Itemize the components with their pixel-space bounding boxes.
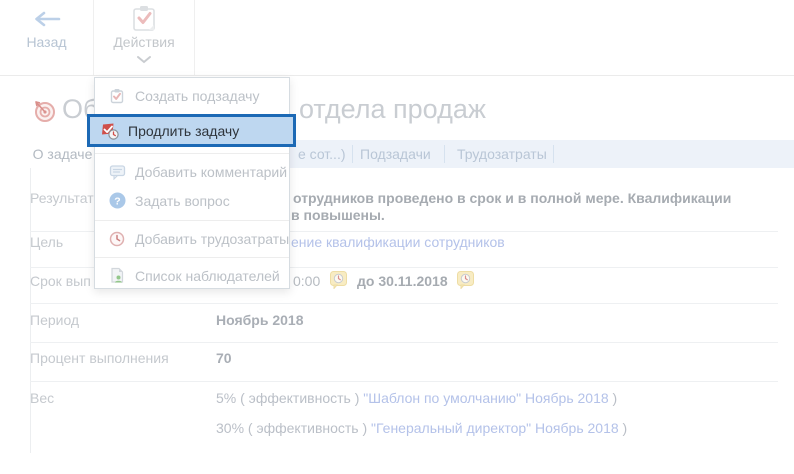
weight-row-1: 5% ( эффективность ) "Шаблон по умолчани… (216, 390, 617, 406)
reminder-icon[interactable] (330, 271, 347, 289)
create-subtask-icon (108, 87, 126, 105)
menu-item-label: Список наблюдателей (135, 267, 280, 284)
back-label: Назад (26, 34, 67, 50)
tab-timelog[interactable]: Трудозатраты (457, 140, 547, 168)
menu-item-label: Продлить задачу (128, 122, 240, 139)
task-page: Назад Действия Обуч отдела продаж О зада… (0, 0, 794, 474)
result-value-line1: отрудников проведено в срок и в полной м… (293, 190, 732, 206)
chevron-down-icon (137, 56, 151, 64)
page-title-right-fragment: отдела продаж (299, 94, 486, 124)
actions-dropdown-menu: Создать подзадачу Добавить комментарий ?… (94, 77, 290, 289)
comment-icon (108, 163, 126, 181)
tab-separator (444, 145, 445, 163)
weight-row1-prefix: 5% ( эффективность ) (216, 390, 364, 406)
question-icon: ? (108, 192, 126, 210)
menu-item-create-subtask[interactable]: Создать подзадачу (95, 81, 289, 110)
menu-item-label: Добавить комментарий (135, 163, 288, 180)
actions-button[interactable]: Действия (93, 0, 195, 75)
menu-item-label: Задать вопрос (135, 192, 230, 209)
weight-row2-prefix: 30% ( эффективность ) (216, 420, 372, 436)
field-label-percent: Процент выполнения (30, 350, 169, 366)
svg-text:?: ? (114, 195, 120, 207)
reminder-icon[interactable] (457, 271, 474, 289)
weight-row1-suffix: ) (608, 390, 618, 406)
menu-divider (95, 153, 289, 154)
menu-item-watchers-list[interactable]: Список наблюдателей (95, 261, 289, 290)
deadline-time-fragment: 0:00 (293, 273, 321, 289)
back-button[interactable]: Назад (0, 0, 93, 75)
extend-task-icon (102, 123, 119, 140)
menu-divider (95, 257, 289, 258)
menu-item-extend-task-highlighted[interactable]: Продлить задачу (87, 114, 296, 147)
watchers-icon (108, 267, 126, 285)
field-label-goal: Цель (30, 234, 64, 250)
field-label-period: Период (30, 312, 80, 328)
actions-label: Действия (113, 34, 175, 50)
tab-subtasks[interactable]: Подзадачи (360, 140, 431, 168)
menu-item-label: Создать подзадачу (135, 87, 260, 104)
back-arrow-icon (35, 11, 61, 27)
tab-about-task[interactable]: О задаче (30, 140, 95, 168)
actions-clipboard-icon (133, 6, 155, 31)
menu-item-ask-question[interactable]: ? Задать вопрос (95, 186, 289, 215)
tab-hidden-fragment[interactable]: е сот...) (298, 140, 346, 168)
row-divider (30, 342, 778, 343)
field-label-weight: Вес (30, 390, 55, 406)
period-value: Ноябрь 2018 (216, 312, 304, 328)
menu-item-add-comment[interactable]: Добавить комментарий (95, 157, 289, 186)
weight-row-2: 30% ( эффективность ) "Генеральный дирек… (216, 420, 627, 436)
result-value-line2: в повышены. (291, 207, 385, 223)
goal-link[interactable]: ение квалификации сотрудников (291, 234, 505, 250)
tab-separator (352, 145, 353, 163)
target-icon (35, 101, 55, 122)
row-divider (30, 381, 778, 382)
weight-row2-suffix: ) (618, 420, 628, 436)
field-label-result: Результат (30, 190, 94, 206)
weight-row2-link[interactable]: "Генеральный директор" Ноябрь 2018 (371, 420, 619, 436)
top-toolbar: Назад Действия (0, 0, 794, 76)
weight-row1-link[interactable]: "Шаблон по умолчанию" Ноябрь 2018 (363, 390, 608, 406)
timelog-icon (108, 230, 126, 248)
menu-divider (95, 220, 289, 221)
card-left-edge (30, 168, 31, 453)
deadline-until: до 30.11.2018 (357, 273, 448, 289)
row-divider (30, 303, 778, 304)
menu-item-add-timelog[interactable]: Добавить трудозатраты (95, 224, 289, 253)
tab-separator (553, 145, 554, 163)
percent-value: 70 (216, 350, 232, 366)
field-label-deadline: Срок вып (30, 273, 91, 289)
menu-item-label: Добавить трудозатраты (135, 230, 290, 247)
